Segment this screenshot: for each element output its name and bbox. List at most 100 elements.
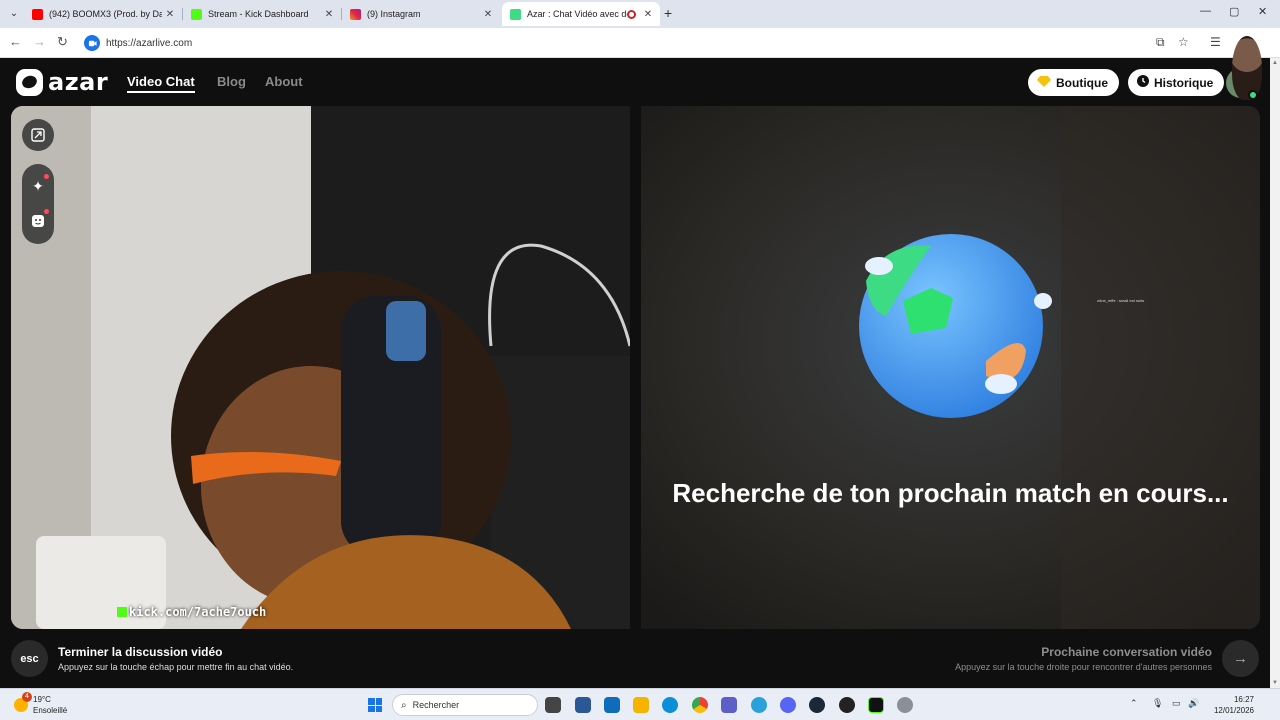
- bottom-controls: esc Terminer la discussion vidéo Appuyez…: [0, 629, 1280, 688]
- boutique-label: Boutique: [1056, 75, 1108, 90]
- tab-azar[interactable]: Azar : Chat Vidéo avec de n ✕: [502, 2, 660, 26]
- bookmark-star-icon[interactable]: ☆: [1178, 35, 1189, 49]
- outlook-icon[interactable]: [604, 697, 620, 713]
- telegram-icon[interactable]: [751, 697, 767, 713]
- start-button[interactable]: [368, 698, 382, 712]
- url-field[interactable]: https://azarlive.com: [80, 31, 1200, 55]
- weather-widget[interactable]: 4 19°C Ensoleillé: [14, 692, 114, 718]
- azar-logo[interactable]: azar: [16, 68, 109, 96]
- end-chat-subtitle: Appuyez sur la touche échap pour mettre …: [58, 662, 294, 672]
- self-video: ✦ kick.com/7ache7ouch: [11, 106, 630, 629]
- address-bar: ← → ↻ https://azarlive.com ⧉ ☆ ☰: [0, 28, 1280, 58]
- tab-title: Stream - Kick Dashboard: [208, 9, 309, 19]
- scroll-up-icon[interactable]: ▲: [1272, 60, 1278, 66]
- weather-badge: 4: [22, 692, 32, 702]
- minimize-video-button[interactable]: [22, 119, 54, 151]
- back-icon[interactable]: ←: [9, 34, 22, 49]
- azar-favicon-icon: [510, 8, 521, 20]
- sparkle-icon: ✦: [32, 177, 44, 194]
- chrome-icon[interactable]: [692, 697, 708, 713]
- tab-title: Azar : Chat Vidéo avec de n: [527, 9, 627, 19]
- kick-app-icon[interactable]: [868, 697, 884, 713]
- microphone-icon[interactable]: 🎙: [1152, 698, 1163, 709]
- kick-favicon-icon: [191, 8, 202, 20]
- close-window-icon[interactable]: ✕: [1258, 5, 1267, 18]
- edge-icon[interactable]: [662, 697, 678, 713]
- weather-temp: 19°C: [33, 695, 51, 704]
- effects-control-group: ✦: [22, 164, 54, 244]
- notification-dot: [44, 209, 49, 214]
- nav-blog[interactable]: Blog: [217, 74, 246, 89]
- tab-kick[interactable]: Stream - Kick Dashboard ✕: [183, 2, 341, 26]
- taskbar-search[interactable]: ⌕ Rechercher: [392, 694, 538, 716]
- teams-icon[interactable]: [721, 697, 737, 713]
- nav-video-chat[interactable]: Video Chat: [127, 74, 195, 93]
- kick-watermark: kick.com/7ache7ouch: [117, 605, 266, 619]
- esc-end-button[interactable]: esc: [11, 640, 48, 677]
- azar-app: azar Video Chat Blog About Boutique Hist…: [0, 36, 1280, 688]
- extensions-menu-icon[interactable]: ☰: [1210, 35, 1221, 49]
- next-chat-title: Prochaine conversation vidéo: [1041, 645, 1212, 659]
- store-icon[interactable]: [575, 697, 591, 713]
- new-tab-icon[interactable]: +: [664, 5, 672, 21]
- forward-icon[interactable]: →: [33, 34, 46, 49]
- settings-gear-icon[interactable]: [897, 697, 913, 713]
- historique-label: Historique: [1154, 75, 1214, 90]
- online-status-dot: [1248, 90, 1258, 100]
- discord-icon[interactable]: [780, 697, 796, 713]
- close-tab-icon[interactable]: ✕: [640, 9, 656, 20]
- file-explorer-icon[interactable]: [633, 697, 649, 713]
- install-app-icon[interactable]: ⧉: [1156, 35, 1165, 50]
- close-tab-icon[interactable]: ✕: [162, 9, 178, 20]
- gem-icon: [1037, 75, 1051, 90]
- volume-icon[interactable]: 🔊: [1188, 698, 1199, 709]
- azar-logo-icon: [16, 68, 43, 96]
- taskbar-search-placeholder: Rechercher: [412, 700, 460, 710]
- browser-tab-bar: ⌄ (942) BOOMX3 (Prod. by Dawer ✕ Stream …: [0, 0, 1280, 28]
- tab-youtube[interactable]: (942) BOOMX3 (Prod. by Dawer ✕: [24, 2, 182, 26]
- system-clock[interactable]: 16:27 12/01/2026: [1206, 694, 1254, 716]
- obs-icon[interactable]: [839, 697, 855, 713]
- next-chat-button[interactable]: →: [1222, 640, 1259, 677]
- watermark-text: kick.com/7ache7ouch: [129, 605, 267, 619]
- clock-date: 12/01/2026: [1213, 706, 1254, 715]
- search-status-text: Recherche de ton prochain match en cours…: [672, 478, 1229, 508]
- face-filter-button[interactable]: [22, 205, 54, 237]
- weather-condition: Ensoleillé: [33, 706, 68, 715]
- tray-overflow-icon[interactable]: ⌃: [1130, 698, 1138, 709]
- page-scrollbar[interactable]: ▲ ▼: [1270, 58, 1280, 688]
- tab-title: (9) Instagram: [367, 9, 421, 19]
- windows-taskbar: 4 19°C Ensoleillé ⌕ Rechercher ⌃ 🎙 ▭ 🔊 1…: [0, 688, 1280, 720]
- maximize-icon[interactable]: ▢: [1229, 5, 1239, 18]
- arrow-right-icon: →: [1233, 650, 1248, 667]
- steam-icon[interactable]: [809, 697, 825, 713]
- task-view-icon[interactable]: [545, 697, 561, 713]
- search-icon: ⌕: [401, 699, 407, 711]
- clock-time: 16:27: [1233, 695, 1254, 704]
- nav-about[interactable]: About: [265, 74, 303, 89]
- close-tab-icon[interactable]: ✕: [480, 9, 496, 20]
- face-filter-icon: [32, 215, 44, 227]
- scroll-down-icon[interactable]: ▼: [1272, 680, 1278, 686]
- next-chat-subtitle: Appuyez sur la touche droite pour rencon…: [955, 662, 1212, 672]
- url-text: https://azarlive.com: [106, 37, 193, 49]
- tab-instagram[interactable]: (9) Instagram ✕: [342, 2, 500, 26]
- boutique-button[interactable]: Boutique: [1028, 69, 1119, 96]
- minimize-icon[interactable]: —: [1200, 5, 1211, 17]
- close-tab-icon[interactable]: ✕: [321, 9, 337, 20]
- reload-icon[interactable]: ↻: [57, 34, 68, 50]
- network-icon[interactable]: ▭: [1172, 698, 1181, 709]
- effects-sparkle-button[interactable]: ✦: [22, 170, 54, 202]
- kick-logo-icon: [117, 607, 127, 617]
- notification-dot: [44, 174, 49, 179]
- partner-video: zöne_mffe : small est nuits Recherche de…: [641, 106, 1260, 629]
- tab-search-menu-icon[interactable]: ⌄: [6, 6, 22, 22]
- historique-button[interactable]: Historique: [1128, 69, 1225, 96]
- site-info-icon[interactable]: [84, 35, 100, 51]
- profile-avatar[interactable]: [1226, 36, 1262, 100]
- logo-text: azar: [48, 68, 109, 96]
- blurred-background: [641, 106, 1260, 629]
- mini-chat-text: zöne_mffe : small est nuits: [1097, 298, 1145, 303]
- end-chat-title: Terminer la discussion vidéo: [58, 645, 223, 659]
- avatar-photo: [1232, 36, 1262, 100]
